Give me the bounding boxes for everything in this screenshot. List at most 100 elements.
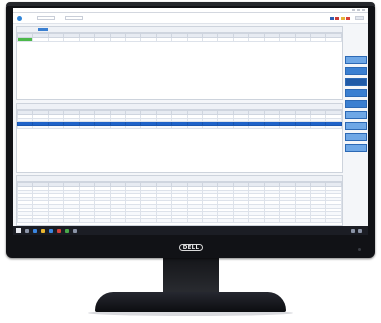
table-cell [140, 37, 157, 42]
sidebar-button[interactable] [345, 122, 367, 130]
app-icon[interactable] [73, 228, 77, 233]
dell-logo-text: DELL [179, 244, 203, 251]
panel-bottom-table [16, 182, 342, 223]
app-toolbar [13, 13, 368, 24]
flag-icon[interactable] [329, 16, 334, 20]
sidebar-button[interactable] [345, 67, 367, 75]
sidebar-button[interactable] [345, 78, 367, 86]
table-row[interactable] [16, 124, 342, 130]
sidebar-button[interactable] [345, 56, 367, 64]
table-cell [279, 37, 296, 42]
panel-top-table [16, 33, 342, 42]
sidebar-button[interactable] [345, 144, 367, 152]
table-cell [63, 37, 80, 42]
table-cell [279, 218, 296, 223]
table-cell [32, 124, 49, 130]
table-cell [16, 124, 34, 130]
table-cell [186, 37, 204, 42]
panel-top-action-button[interactable] [38, 27, 48, 32]
table-cell [140, 124, 157, 130]
table-cell [78, 124, 96, 130]
table-cell [232, 218, 250, 223]
maximize-icon[interactable] [357, 9, 360, 11]
panel-top [16, 26, 343, 100]
table-cell [47, 124, 65, 130]
table-cell [109, 37, 126, 42]
language-flags [329, 16, 350, 20]
start-icon[interactable] [16, 228, 21, 233]
table-cell [124, 124, 142, 130]
volume-icon[interactable] [358, 228, 362, 233]
table-cell [186, 124, 204, 130]
table-cell [16, 37, 34, 42]
table-cell [202, 218, 219, 223]
network-icon[interactable] [351, 228, 355, 233]
table-cell [78, 37, 96, 42]
browser-icon[interactable] [33, 228, 37, 233]
app-icon[interactable] [49, 228, 53, 233]
table-cell [47, 37, 65, 42]
app-icon[interactable] [65, 228, 69, 233]
table-cell [32, 37, 49, 42]
table-cell [63, 124, 80, 130]
dell-logo: DELL [174, 243, 208, 252]
system-tray [351, 228, 365, 233]
flag-icon[interactable] [335, 16, 339, 20]
window-controls [352, 9, 365, 11]
sidebar-button[interactable] [345, 111, 367, 119]
monitor-stand-base [95, 292, 286, 312]
table-cell [171, 218, 188, 223]
screen [13, 8, 368, 235]
table-cell [171, 124, 188, 130]
close-icon[interactable] [362, 9, 365, 11]
table-cell [310, 37, 327, 42]
flag-icon[interactable] [346, 16, 350, 20]
monitor-stand-neck [163, 258, 219, 296]
table-cell [325, 37, 342, 42]
sidebar-button[interactable] [345, 89, 367, 97]
table-cell [63, 218, 80, 223]
table-cell [94, 218, 111, 223]
table-cell [124, 37, 142, 42]
table-row[interactable] [16, 37, 342, 42]
table-cell [16, 218, 34, 223]
table-cell [325, 218, 342, 223]
table-cell [294, 124, 312, 130]
exit-button[interactable] [355, 16, 364, 20]
taskbar [13, 226, 368, 235]
table-cell [202, 124, 219, 130]
power-button[interactable] [358, 248, 361, 251]
table-cell [217, 37, 234, 42]
panel-bottom [16, 175, 343, 226]
app-icon[interactable] [57, 228, 61, 233]
table-cell [186, 218, 204, 223]
toolbar-input[interactable] [37, 16, 55, 20]
table-cell [217, 218, 234, 223]
table-cell [171, 37, 188, 42]
bezel-top [6, 2, 375, 6]
toolbar-select[interactable] [65, 16, 83, 20]
table-cell [109, 124, 126, 130]
table-cell [217, 124, 234, 130]
folder-icon[interactable] [41, 228, 45, 233]
table-row[interactable] [16, 218, 342, 223]
table-cell [325, 124, 342, 130]
search-icon[interactable] [25, 228, 29, 233]
flag-icon[interactable] [340, 16, 345, 20]
table-cell [248, 218, 265, 223]
table-cell [155, 37, 173, 42]
table-cell [32, 218, 49, 223]
sidebar-button[interactable] [345, 100, 367, 108]
table-cell [263, 124, 281, 130]
table-cell [47, 218, 65, 223]
panel-middle [16, 103, 343, 173]
right-sidebar [345, 56, 367, 152]
table-cell [279, 124, 296, 130]
sidebar-button[interactable] [345, 133, 367, 141]
table-cell [94, 37, 111, 42]
panel-middle-table [16, 110, 342, 130]
table-cell [263, 218, 281, 223]
minimize-icon[interactable] [352, 9, 355, 11]
table-cell [294, 218, 312, 223]
table-cell [155, 124, 173, 130]
